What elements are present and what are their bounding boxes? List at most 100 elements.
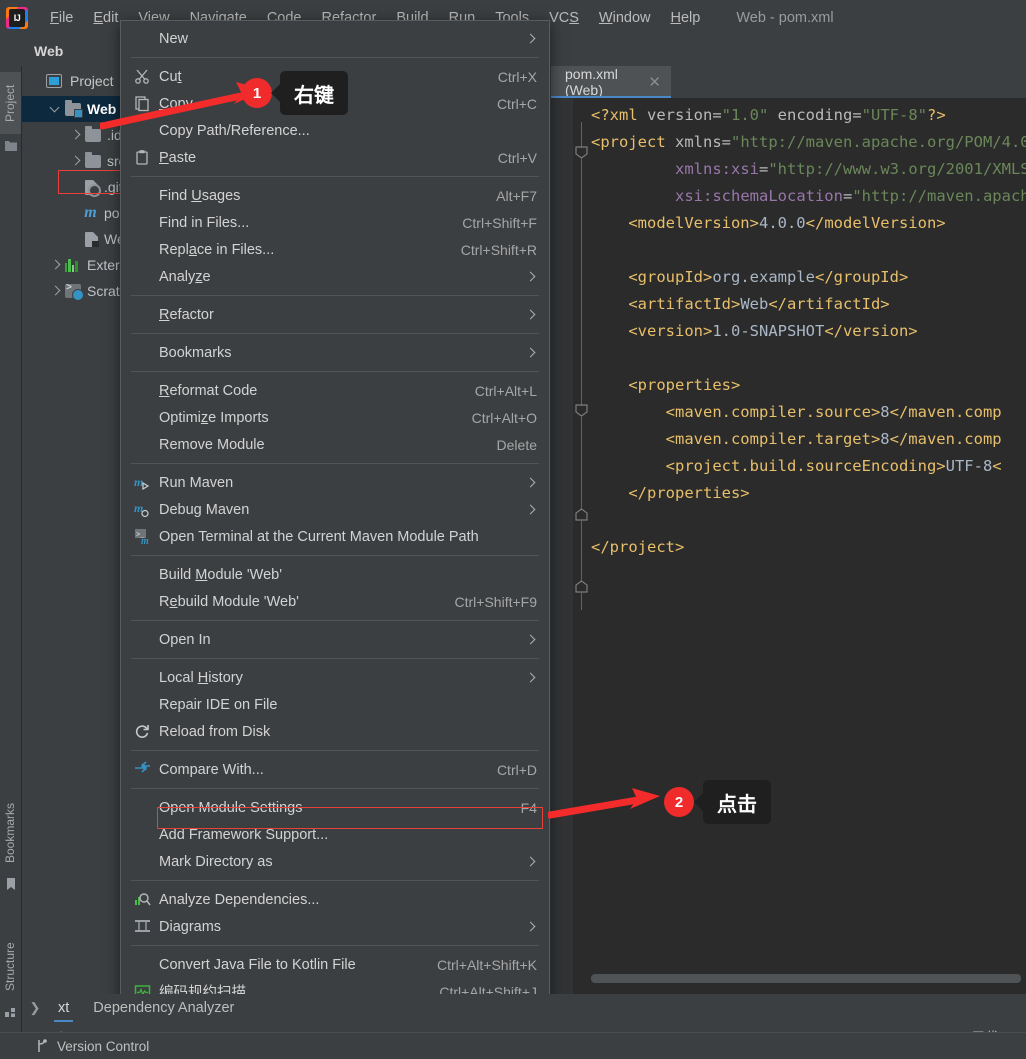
context-menu-item-open-terminal-at-the-current-maven-module-path[interactable]: >_ m Open Terminal at the Current Maven Mo…: [121, 523, 549, 550]
context-menu-item-reformat-code[interactable]: Reformat Code Ctrl+Alt+L: [121, 377, 549, 404]
code-line: </properties>: [628, 484, 750, 502]
menu-item-label: Analyze: [159, 268, 211, 285]
context-menu-item-run-maven[interactable]: m Run Maven: [121, 469, 549, 496]
menu-item-shortcut: Ctrl+Alt+L: [474, 382, 537, 399]
menu-item-label: Analyze Dependencies...: [159, 891, 320, 908]
module-file-icon: [85, 231, 99, 247]
code-line: <maven.compiler.source>8</maven.comp: [665, 403, 1002, 421]
chevron-right-icon[interactable]: [48, 284, 62, 298]
copy-icon: [134, 95, 151, 112]
tree-label: Web: [87, 101, 117, 117]
ignored-file-icon: [85, 179, 101, 197]
structure-icon: [5, 1008, 15, 1017]
editor-tab-pom-xml[interactable]: pom.xml (Web) ✕: [551, 66, 671, 98]
context-menu-item-find-in-files[interactable]: Find in Files... Ctrl+Shift+F: [121, 209, 549, 236]
menu-item-label: Compare With...: [159, 761, 264, 778]
context-menu-item-local-history[interactable]: Local History: [121, 664, 549, 691]
context-menu-item-open-in[interactable]: Open In: [121, 626, 549, 653]
code-content[interactable]: <?xml version="1.0" encoding="UTF-8"?> <p…: [591, 102, 1026, 998]
stripe-project-label[interactable]: Project: [0, 72, 21, 134]
menu-separator: [131, 463, 539, 464]
menu-help[interactable]: Help: [660, 10, 710, 26]
menu-separator: [131, 57, 539, 58]
menu-item-label: Local History: [159, 669, 243, 686]
menu-item-label: Open Terminal at the Current Maven Modul…: [159, 528, 479, 545]
context-menu-item-replace-in-files[interactable]: Replace in Files... Ctrl+Shift+R: [121, 236, 549, 263]
reload-icon: [134, 723, 151, 740]
diagram-icon: [134, 918, 151, 935]
menu-item-label: Convert Java File to Kotlin File: [159, 956, 356, 973]
context-menu-item-build-module-web[interactable]: Build Module 'Web': [121, 561, 549, 588]
bottom-tab-label: xt: [58, 1000, 70, 1016]
context-menu-item-copy-path-reference[interactable]: Copy Path/Reference...: [121, 117, 549, 144]
editor-horizontal-scrollbar[interactable]: [591, 974, 1021, 983]
intellij-idea-logo-icon: [6, 7, 28, 29]
chevron-right-icon[interactable]: [68, 128, 82, 142]
chevron-right-icon: [525, 921, 537, 933]
context-menu-item-diagrams[interactable]: Diagrams: [121, 913, 549, 940]
chevron-right-icon[interactable]: [48, 258, 62, 272]
context-menu-item-analyze[interactable]: Analyze: [121, 263, 549, 290]
context-menu-item-remove-module[interactable]: Remove Module Delete: [121, 431, 549, 458]
project-icon: [5, 141, 17, 151]
close-icon[interactable]: ✕: [648, 75, 661, 90]
menu-item-label: Rebuild Module 'Web': [159, 593, 299, 610]
bottom-tab-text[interactable]: xt: [48, 1000, 79, 1022]
editor-fold-column[interactable]: [573, 98, 591, 994]
context-menu-item-open-module-settings[interactable]: Open Module Settings F4: [121, 794, 549, 821]
context-menu-item-mark-directory-as[interactable]: Mark Directory as: [121, 848, 549, 875]
menu-item-shortcut: Ctrl+Shift+F: [462, 214, 537, 231]
context-menu-item-paste[interactable]: Paste Ctrl+V: [121, 144, 549, 171]
menu-window[interactable]: Window: [589, 10, 661, 26]
menu-item-shortcut: Ctrl+V: [497, 149, 537, 166]
menu-separator: [131, 880, 539, 881]
context-menu-item-analyze-dependencies[interactable]: Analyze Dependencies...: [121, 886, 549, 913]
annotation-badge-1: 1: [242, 78, 272, 108]
scratches-icon: [65, 282, 84, 301]
bottom-tab-dependency-analyzer[interactable]: Dependency Analyzer: [79, 1000, 248, 1016]
context-menu-item-new[interactable]: New: [121, 25, 549, 52]
code-line: <version>1.0-SNAPSHOT</version>: [628, 322, 918, 340]
context-menu-item-find-usages[interactable]: Find Usages Alt+F7: [121, 182, 549, 209]
code-line: <artifactId>Web</artifactId>: [628, 295, 890, 313]
maven-debug-icon: m: [134, 501, 151, 518]
menu-file[interactable]: File: [40, 10, 83, 26]
context-menu-item-bookmarks[interactable]: Bookmarks: [121, 339, 549, 366]
context-menu-item-optimize-imports[interactable]: Optimize Imports Ctrl+Alt+O: [121, 404, 549, 431]
context-menu-item-refactor[interactable]: Refactor: [121, 301, 549, 328]
breadcrumb-module[interactable]: Web: [34, 43, 63, 59]
folder-icon: [85, 151, 101, 168]
stripe-structure-label[interactable]: Structure: [0, 934, 21, 1000]
context-menu-item-debug-maven[interactable]: m Debug Maven: [121, 496, 549, 523]
chevron-down-icon[interactable]: [48, 102, 62, 116]
chevron-right-icon: [525, 33, 537, 45]
annotation-callout-1: 右键: [280, 71, 348, 115]
menu-item-label: Bookmarks: [159, 344, 232, 361]
libraries-icon: [65, 258, 81, 272]
stripe-bookmarks-label[interactable]: Bookmarks: [0, 794, 21, 872]
chevron-right-icon[interactable]: [68, 154, 82, 168]
context-menu-item-rebuild-module-web[interactable]: Rebuild Module 'Web' Ctrl+Shift+F9: [121, 588, 549, 615]
menu-item-label: Add Framework Support...: [159, 826, 329, 843]
svg-text:m: m: [141, 536, 149, 545]
context-menu-item-convert-java-file-to-kotlin-file[interactable]: Convert Java File to Kotlin File Ctrl+Alt…: [121, 951, 549, 978]
chevron-right-icon: [525, 309, 537, 321]
editor-gutter[interactable]: [551, 98, 573, 994]
menu-separator: [131, 658, 539, 659]
menu-separator: [131, 295, 539, 296]
analyze-dependencies-icon: [134, 891, 151, 908]
context-menu-item-repair-ide-on-file[interactable]: Repair IDE on File: [121, 691, 549, 718]
context-menu-item-reload-from-disk[interactable]: Reload from Disk: [121, 718, 549, 745]
status-version-control[interactable]: Version Control: [36, 1039, 149, 1054]
context-menu-item-compare-with[interactable]: Compare With... Ctrl+D: [121, 756, 549, 783]
context-menu-item-add-framework-support[interactable]: Add Framework Support...: [121, 821, 549, 848]
code-line: xsi:schemaLocation="http://maven.apache.…: [675, 187, 1026, 205]
chevron-right-icon[interactable]: ❯: [22, 1000, 48, 1016]
menu-item-label: Find Usages: [159, 187, 241, 204]
menu-separator: [131, 371, 539, 372]
project-view-icon: [46, 74, 62, 88]
menu-separator: [131, 620, 539, 621]
clipboard-icon: [134, 149, 151, 166]
maven-icon: m: [84, 204, 97, 221]
menu-item-label: Debug Maven: [159, 501, 250, 518]
